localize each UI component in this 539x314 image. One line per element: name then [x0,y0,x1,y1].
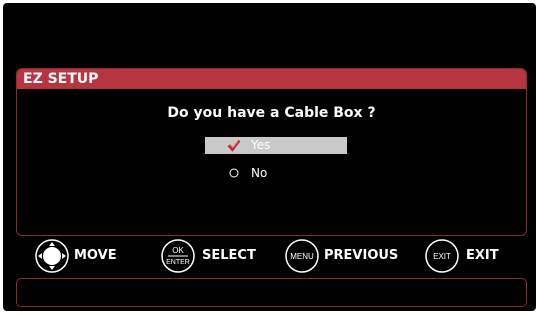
legend-exit-label: EXIT [466,248,499,263]
radio-empty-icon [229,168,239,178]
legend-move-label: MOVE [74,248,117,263]
option-yes[interactable]: Yes [205,137,347,154]
ok-enter-button-icon: OK ENTER [161,239,195,273]
svg-text:OK: OK [172,246,184,255]
legend-previous-label: PREVIOUS [324,248,399,263]
menu-button-icon: MENU [285,239,319,273]
option-no-label: No [251,166,268,180]
option-yes-label: Yes [251,138,271,152]
checkmark-icon [227,139,241,152]
exit-button-icon: EXIT [425,239,459,273]
dialog-title: EZ SETUP [17,69,526,89]
dpad-icon [35,239,69,273]
key-legend: MOVE OK ENTER SELECT MENU PREVIOUS EXIT [30,234,510,278]
status-bar [16,278,527,307]
screen: EZ SETUP Do you have a Cable Box ? Yes N… [0,0,539,314]
svg-text:MENU: MENU [290,252,314,261]
option-no[interactable]: No [205,165,347,182]
legend-select-label: SELECT [202,248,256,263]
ez-setup-dialog: EZ SETUP Do you have a Cable Box ? Yes N… [16,68,527,236]
svg-text:ENTER: ENTER [166,259,190,266]
dialog-question: Do you have a Cable Box ? [167,105,376,121]
svg-text:EXIT: EXIT [433,252,451,261]
